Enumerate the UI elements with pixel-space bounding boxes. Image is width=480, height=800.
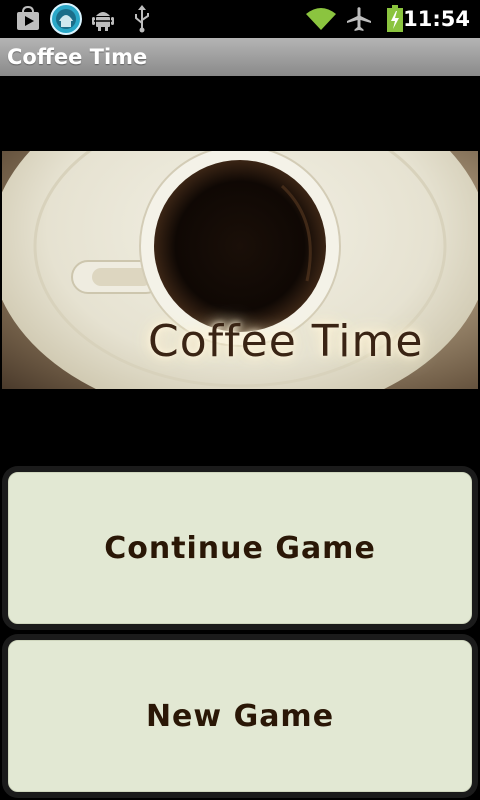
new-game-button[interactable]: New Game [8,640,472,792]
status-bar: 11:54 [0,0,480,38]
app-title: Coffee Time [7,45,148,69]
wifi-icon [304,4,338,34]
new-game-label: New Game [145,698,335,734]
continue-game-button[interactable]: Continue Game [8,472,472,624]
app-title-bar: Coffee Time [0,38,480,76]
banner-title: Coffee Time [148,316,424,367]
airplane-icon [346,4,372,34]
android-debug-icon [90,4,116,34]
play-store-icon [14,4,42,34]
app-notification-icon [50,3,82,35]
status-clock: 11:54 [403,7,470,31]
usb-icon [130,4,154,34]
continue-game-label: Continue Game [104,530,376,566]
